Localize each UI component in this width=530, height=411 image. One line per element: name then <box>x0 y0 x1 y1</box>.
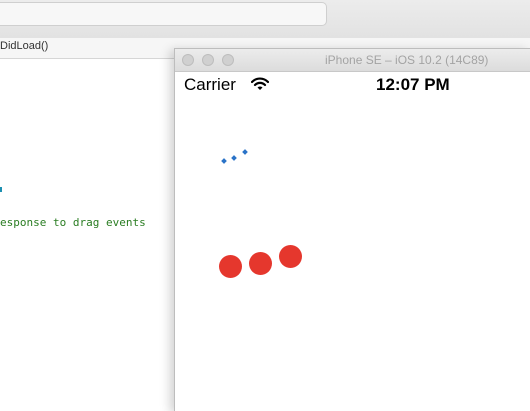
code-comment: esponse to drag events <box>0 216 146 229</box>
simulator-title: iPhone SE – iOS 10.2 (14C89) <box>325 53 489 67</box>
small-blue-dot[interactable] <box>242 149 248 155</box>
simulator-title-bar[interactable]: iPhone SE – iOS 10.2 (14C89) <box>175 49 530 72</box>
simulator-window[interactable]: iPhone SE – iOS 10.2 (14C89) Carrier 12:… <box>174 48 530 411</box>
carrier-label: Carrier <box>184 75 236 94</box>
minimize-button[interactable] <box>202 54 214 66</box>
large-red-dot[interactable] <box>249 252 272 275</box>
large-red-dot[interactable] <box>219 255 242 278</box>
zoom-button[interactable] <box>222 54 234 66</box>
large-red-dot[interactable] <box>279 245 302 268</box>
code-editor[interactable]: esponse to drag events <box>0 59 175 410</box>
small-blue-dot[interactable] <box>221 158 227 164</box>
close-button[interactable] <box>182 54 194 66</box>
jump-bar-method[interactable]: DidLoad() <box>0 40 48 52</box>
app-canvas[interactable] <box>175 97 530 411</box>
small-blue-dot[interactable] <box>231 155 237 161</box>
xcode-toolbar <box>0 0 530 39</box>
xcode-activity-field <box>0 2 327 26</box>
ios-status-bar: Carrier 12:07 PM <box>175 71 530 97</box>
wifi-icon <box>251 77 269 90</box>
code-fragment <box>0 187 2 192</box>
status-time: 12:07 PM <box>376 75 450 94</box>
